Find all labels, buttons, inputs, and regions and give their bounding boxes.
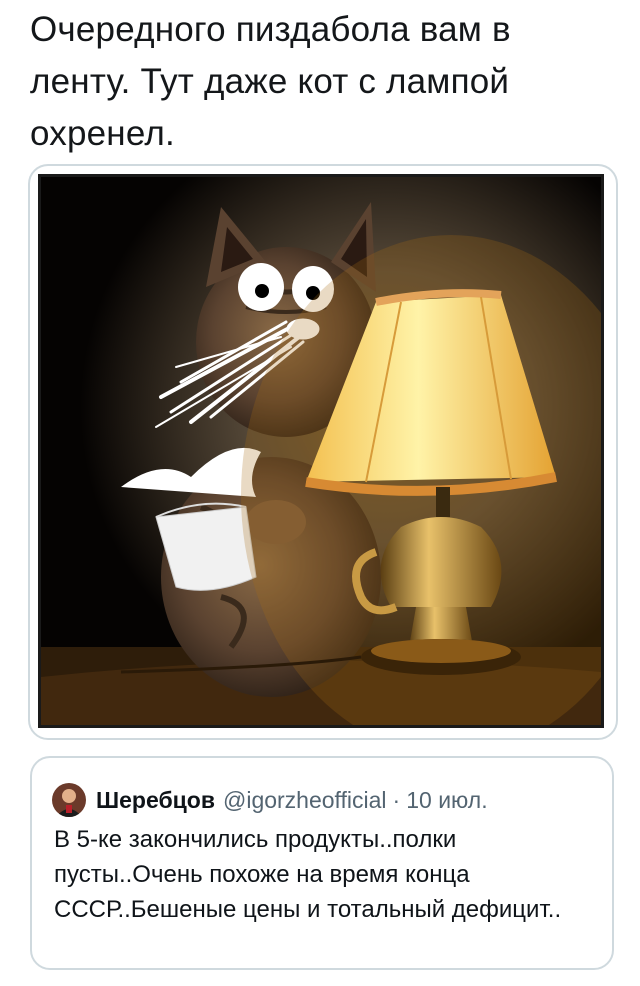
quoted-tweet[interactable]: Шеребцов @igorzheofficial · 10 июл. В 5-… [30, 756, 614, 970]
author-handle[interactable]: @igorzheofficial [223, 787, 387, 814]
separator-dot: · [392, 786, 401, 813]
tweet-text: Очередного пиздабола вам в ленту. Тут да… [30, 10, 511, 153]
tweet-media[interactable] [28, 164, 618, 740]
quoted-tweet-header: Шеребцов @igorzheofficial · 10 июл. [52, 782, 488, 818]
quoted-tweet-text: В 5-ке закончились продукты..полки пусты… [54, 826, 562, 923]
meme-image[interactable] [38, 174, 604, 728]
avatar[interactable] [52, 783, 86, 817]
author-name[interactable]: Шеребцов [96, 787, 215, 814]
cat-lamp-illustration [41, 177, 601, 725]
tweet-date[interactable]: 10 июл. [406, 787, 487, 814]
